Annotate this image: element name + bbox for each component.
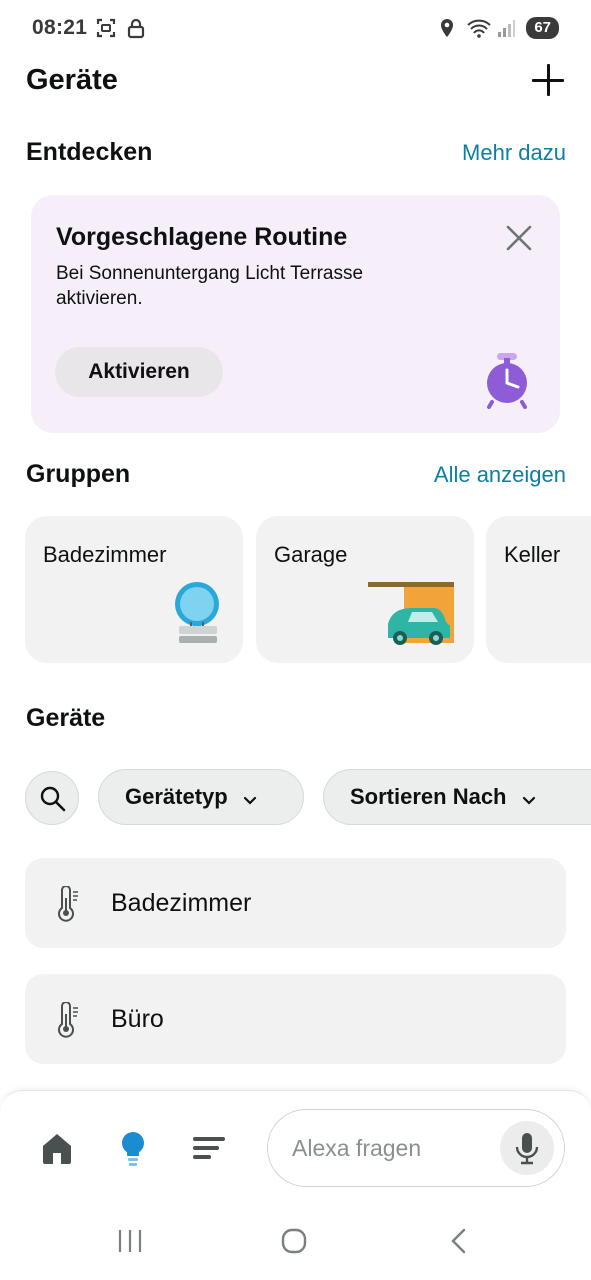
device-row-badezimmer[interactable]: Badezimmer	[25, 858, 566, 948]
group-name: Garage	[274, 542, 348, 567]
alarm-clock-icon	[484, 353, 530, 409]
learn-more-link[interactable]: Mehr dazu	[462, 140, 566, 166]
status-time: 08:21	[32, 16, 88, 39]
page-header: Geräte	[26, 60, 566, 100]
menu-icon[interactable]	[193, 1135, 225, 1166]
page-title: Geräte	[26, 63, 118, 96]
device-name: Büro	[111, 1004, 164, 1033]
lock-icon	[125, 17, 147, 39]
group-name: Keller	[504, 542, 561, 567]
search-button[interactable]	[25, 771, 79, 825]
device-row-buero[interactable]: Büro	[25, 974, 566, 1064]
bulb-illustration	[171, 582, 227, 651]
status-bar: 08:21 67	[0, 0, 591, 56]
ask-alexa-input[interactable]: Alexa fragen	[267, 1109, 565, 1187]
device-name: Badezimmer	[111, 888, 252, 917]
recent-apps-icon[interactable]	[117, 1228, 143, 1259]
ask-alexa-placeholder: Alexa fragen	[292, 1135, 422, 1161]
group-card-badezimmer[interactable]: Badezimmer	[25, 516, 243, 663]
suggestion-title: Vorgeschlagene Routine	[56, 223, 348, 251]
search-icon	[40, 786, 66, 812]
chevron-down-icon	[521, 789, 537, 805]
group-card-keller[interactable]: Keller	[486, 516, 591, 663]
chevron-down-icon	[242, 789, 258, 805]
show-all-link[interactable]: Alle anzeigen	[434, 462, 566, 488]
wifi-icon	[466, 17, 491, 39]
battery-indicator: 67	[526, 17, 559, 39]
devices-title: Geräte	[26, 704, 106, 732]
group-name: Badezimmer	[43, 542, 167, 567]
sort-filter[interactable]: Sortieren Nach	[323, 769, 591, 825]
activate-button[interactable]: Aktivieren	[55, 347, 223, 397]
back-icon[interactable]	[448, 1228, 470, 1259]
home-icon[interactable]	[40, 1131, 74, 1170]
filter-row: Gerätetyp Sortieren Nach	[25, 769, 591, 825]
close-icon[interactable]	[506, 225, 532, 251]
bottom-nav-bar: Alexa fragen	[0, 1090, 591, 1206]
suggestion-text: Bei Sonnenuntergang Licht Terrasse aktiv…	[56, 263, 364, 309]
devices-header: Geräte	[26, 704, 566, 733]
sort-label: Sortieren Nach	[350, 784, 507, 809]
location-icon	[436, 17, 458, 39]
suggested-routine-card: Vorgeschlagene Routine Bei Sonnenunterga…	[31, 195, 560, 433]
group-card-garage[interactable]: Garage	[256, 516, 474, 663]
thermometer-icon	[55, 1001, 81, 1038]
home-circle-icon[interactable]	[281, 1228, 307, 1259]
system-nav-bar	[0, 1206, 591, 1280]
device-type-filter[interactable]: Gerätetyp	[98, 769, 304, 825]
discover-title: Entdecken	[26, 138, 153, 166]
groups-title: Gruppen	[26, 460, 131, 488]
microphone-button[interactable]	[500, 1121, 554, 1175]
groups-carousel[interactable]: Badezimmer Garage Keller	[25, 516, 591, 664]
microphone-icon	[515, 1133, 539, 1165]
plus-icon[interactable]	[530, 62, 566, 98]
thermometer-icon	[55, 885, 81, 922]
signal-icon	[496, 17, 518, 39]
device-type-label: Gerätetyp	[125, 784, 228, 809]
discover-header: Entdecken Mehr dazu	[26, 138, 566, 167]
screenshot-icon	[95, 17, 117, 39]
devices-bulb-icon[interactable]	[119, 1131, 147, 1174]
groups-header: Gruppen Alle anzeigen	[26, 460, 566, 489]
garage-car-illustration	[368, 582, 454, 651]
